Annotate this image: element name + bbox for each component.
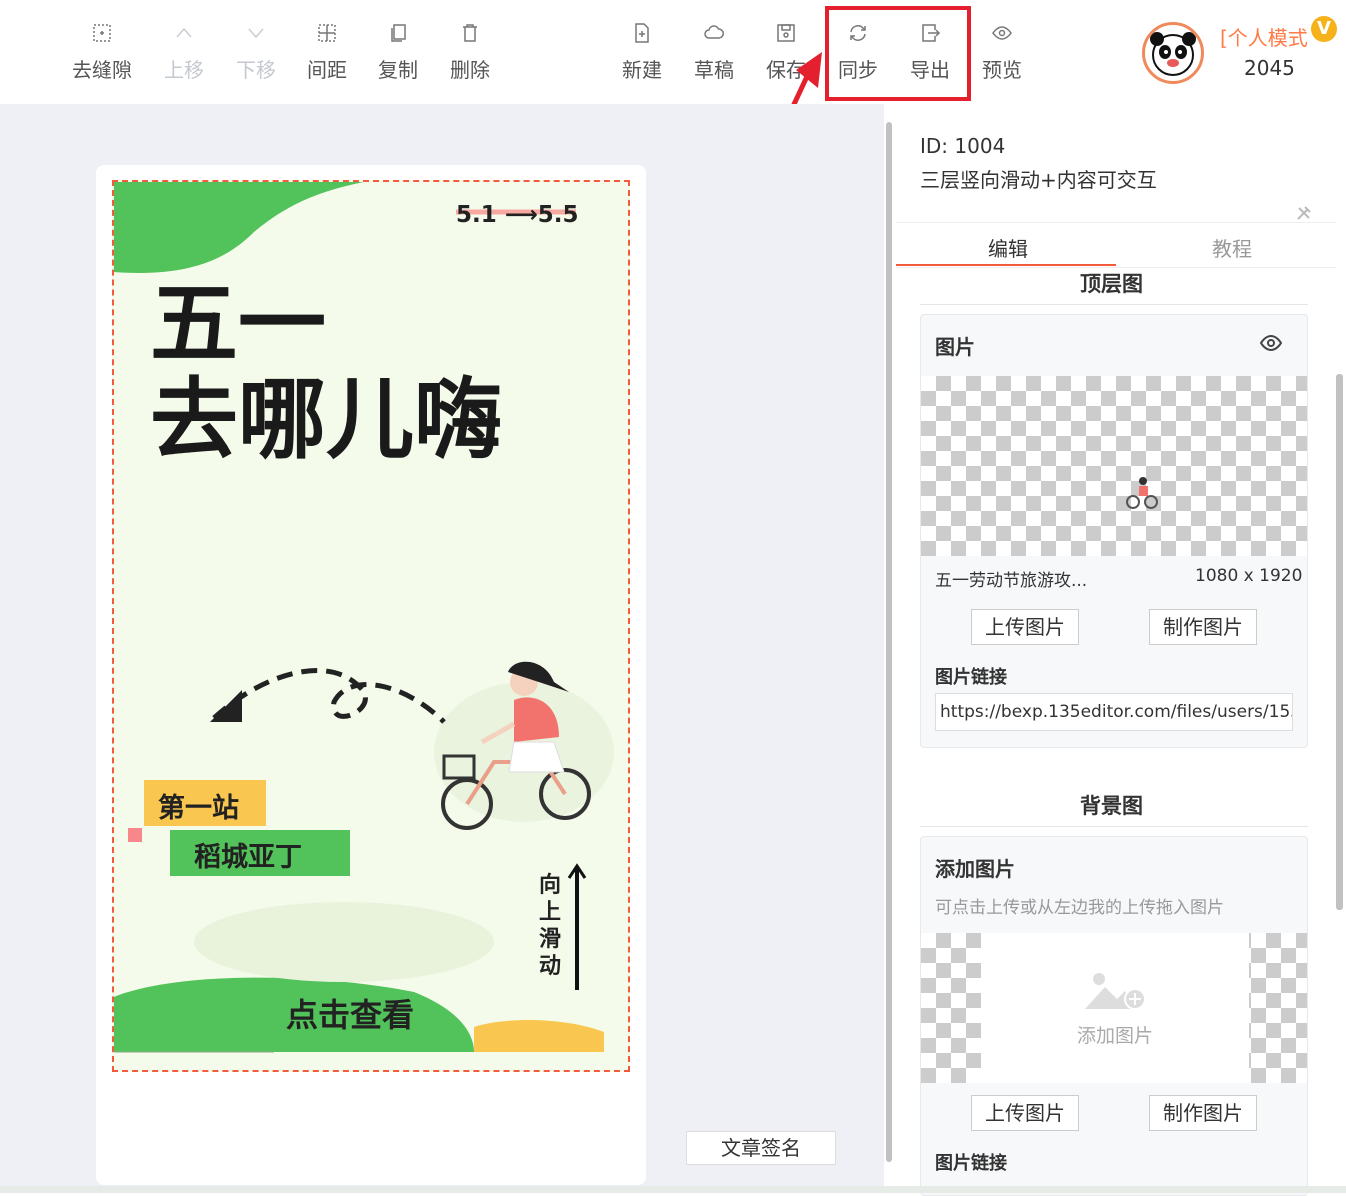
top-layer-file-size: 1080 x 1920 <box>1195 566 1303 586</box>
add-image-icon <box>1085 973 1146 1010</box>
dropzone-placeholder-box: 添加图片 <box>981 933 1249 1083</box>
poster-preview[interactable]: 5.1 ⟶5.5 五一 去哪儿嗨 第一站 稻城亚丁 向上滑动 点击查看 <box>112 180 630 1072</box>
background-image-dropzone[interactable]: 添加图片 <box>921 933 1307 1083</box>
trash-icon <box>434 22 506 48</box>
bg-upload-image-button[interactable]: 上传图片 <box>971 1095 1079 1131</box>
divider <box>920 304 1308 305</box>
tab-tutorial[interactable]: 教程 <box>1212 233 1252 262</box>
delete-button[interactable]: 删除 <box>434 22 506 83</box>
chevron-down-icon <box>220 22 292 48</box>
template-description: 三层竖向滑动+内容可交互 <box>920 168 1157 192</box>
poster-swipe-hint: 向上滑动 <box>539 873 562 979</box>
spacing-button[interactable]: 间距 <box>291 22 363 83</box>
move-up-label: 上移 <box>164 58 204 82</box>
top-layer-card: 图片 五一劳动节旅游攻... 1080 x 1920 上传图片 制作图片 图片链… <box>920 314 1308 748</box>
right-panel: ID: 1004 三层竖向滑动+内容可交互 编辑 教程 顶层图 图片 五一劳动节… <box>896 104 1346 1196</box>
delete-label: 删除 <box>450 58 490 82</box>
avatar[interactable] <box>1142 22 1204 84</box>
bg-image-link-label: 图片链接 <box>935 1153 1007 1174</box>
poster-tag-destination: 稻城亚丁 <box>194 842 302 873</box>
background-hint: 可点击上传或从左边我的上传拖入图片 <box>935 898 1224 918</box>
personal-mode-link[interactable]: [个人模式 <box>1220 22 1308 51</box>
template-id: ID: 1004 <box>920 134 1006 158</box>
poster-title-line2: 去哪儿嗨 <box>150 368 503 471</box>
eye-icon[interactable] <box>1259 333 1283 353</box>
top-layer-card-title: 图片 <box>935 335 975 359</box>
spacing-label: 间距 <box>307 58 347 82</box>
dropzone-label: 添加图片 <box>1076 1025 1153 1047</box>
background-section-title: 背景图 <box>1080 794 1143 818</box>
panel-scrollbar[interactable] <box>1334 270 1346 1185</box>
user-score: 2045 <box>1244 56 1295 80</box>
cyclist-thumbnail-icon <box>1126 477 1158 509</box>
poster-title-line1: 五一 <box>150 272 327 375</box>
bg-make-image-button[interactable]: 制作图片 <box>1149 1095 1257 1131</box>
new-label: 新建 <box>622 58 662 82</box>
divider <box>920 826 1308 827</box>
new-button[interactable]: 新建 <box>606 22 678 83</box>
background-card: 添加图片 可点击上传或从左边我的上传拖入图片 添加图片 上传图片 制作图片 图片… <box>920 836 1308 1196</box>
new-file-icon <box>606 22 678 48</box>
top-layer-file-name: 五一劳动节旅游攻... <box>935 571 1088 591</box>
preview-label: 预览 <box>982 58 1022 82</box>
chevron-up-icon <box>148 22 220 48</box>
top-layer-section-title: 顶层图 <box>1080 272 1143 296</box>
panel-tabs: 编辑 教程 <box>896 222 1336 268</box>
vip-badge: V <box>1311 16 1337 42</box>
tab-edit[interactable]: 编辑 <box>988 233 1028 262</box>
poster-date-range: 5.1 ⟶5.5 <box>456 202 579 228</box>
top-image-link-label: 图片链接 <box>935 667 1007 688</box>
signature-button[interactable]: 文章签名 <box>686 1131 836 1165</box>
copy-icon <box>362 22 434 48</box>
remove-gap-label: 去缝隙 <box>72 58 132 82</box>
top-upload-image-button[interactable]: 上传图片 <box>971 609 1079 645</box>
canvas-scrollbar-thumb[interactable] <box>886 122 892 1162</box>
draft-label: 草稿 <box>694 58 734 82</box>
bottom-bar <box>0 1186 1346 1193</box>
spacing-icon <box>291 22 363 48</box>
gap-icon <box>66 22 138 48</box>
copy-label: 复制 <box>378 58 418 82</box>
sync-export-highlight <box>825 6 971 101</box>
top-image-link-input[interactable]: https://bexp.135editor.com/files/users/1… <box>935 693 1293 731</box>
eye-icon <box>966 22 1038 48</box>
copy-button[interactable]: 复制 <box>362 22 434 83</box>
move-up-button[interactable]: 上移 <box>148 22 220 83</box>
top-layer-image-preview[interactable] <box>921 376 1307 556</box>
tools-icon[interactable] <box>1295 204 1313 222</box>
poster-tag-first-stop: 第一站 <box>158 793 239 824</box>
top-make-image-button[interactable]: 制作图片 <box>1149 609 1257 645</box>
remove-gap-button[interactable]: 去缝隙 <box>66 22 138 83</box>
draft-button[interactable]: 草稿 <box>678 22 750 83</box>
panel-scrollbar-thumb[interactable] <box>1336 374 1343 910</box>
active-tab-indicator <box>896 264 1116 266</box>
move-down-button[interactable]: 下移 <box>220 22 292 83</box>
toolbar: 去缝隙 上移 下移 间距 复制 删除 新建 草稿 保存 同步 导出 预览 [个人… <box>0 0 1346 162</box>
move-down-label: 下移 <box>236 58 276 82</box>
background-card-title: 添加图片 <box>935 857 1015 881</box>
preview-button[interactable]: 预览 <box>966 22 1038 83</box>
cloud-icon <box>678 22 750 48</box>
poster-cta[interactable]: 点击查看 <box>286 990 414 1036</box>
canvas-scrollbar[interactable] <box>884 110 894 1186</box>
